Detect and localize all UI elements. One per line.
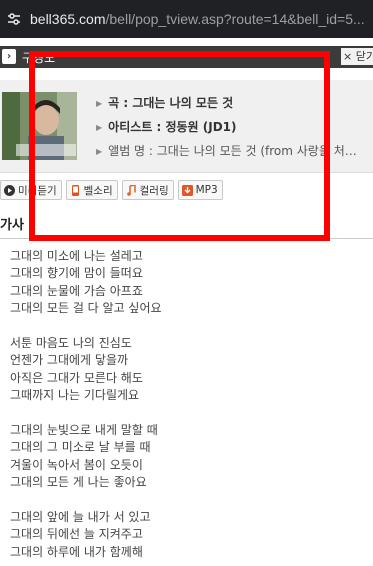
lyrics-heading: 가사 — [0, 218, 24, 233]
site-logo-icon: › — [2, 49, 16, 64]
lyric-line: 아직은 그대가 모른다 해도 — [10, 370, 143, 385]
url-path: /bell/pop_tview.asp?route=14&bell_id=5..… — [105, 11, 365, 27]
site-settings-icon[interactable] — [6, 11, 22, 27]
play-icon — [4, 184, 15, 196]
lyric-line: 그때까지 나는 기다릴게요 — [10, 388, 140, 403]
highlight-box — [29, 51, 330, 241]
lyric-line: 그대의 눈빛으로 내게 말할 때 — [10, 423, 158, 438]
lyric-line: 언젠가 그대에게 닿을까 — [10, 353, 129, 368]
close-button[interactable]: × 닫기 — [341, 48, 373, 65]
lyric-line: 그대의 미소에 나는 설레고 — [10, 249, 143, 263]
url-text[interactable]: bell365.com/bell/pop_tview.asp?route=14&… — [30, 11, 365, 27]
lyric-spacer — [10, 492, 162, 509]
lyric-line: 그대의 향기에 맘이 들떠요 — [10, 266, 143, 281]
lyric-line: 그대의 눈물에 가슴 아프죠 — [10, 283, 143, 298]
lyric-spacer — [10, 405, 162, 422]
address-bar[interactable]: bell365.com/bell/pop_tview.asp?route=14&… — [0, 0, 373, 38]
lyric-spacer — [10, 318, 162, 335]
lyric-line: 그대의 앞에 늘 내가 서 있고 — [10, 510, 151, 525]
lyric-line: 서툰 마음도 나의 진심도 — [10, 336, 132, 351]
lyrics-text: 그대의 미소에 나는 설레고 그대의 향기에 맘이 들떠요 그대의 눈물에 가슴… — [10, 248, 162, 561]
lyric-line: 그대의 뒤에선 늘 지켜주고 — [10, 527, 143, 542]
lyric-line: 그대의 모든 게 나는 좋아요 — [10, 475, 147, 490]
lyric-line: 겨울이 녹아서 봄이 오듯이 — [10, 457, 143, 472]
lyric-line: 그대의 하루에 내가 함께해 — [10, 544, 143, 559]
url-host: bell365.com — [30, 11, 106, 27]
lyric-line: 그대의 그 미소로 날 부를 때 — [10, 440, 151, 455]
lyric-line: 그대의 모든 걸 다 알고 싶어요 — [10, 301, 162, 316]
